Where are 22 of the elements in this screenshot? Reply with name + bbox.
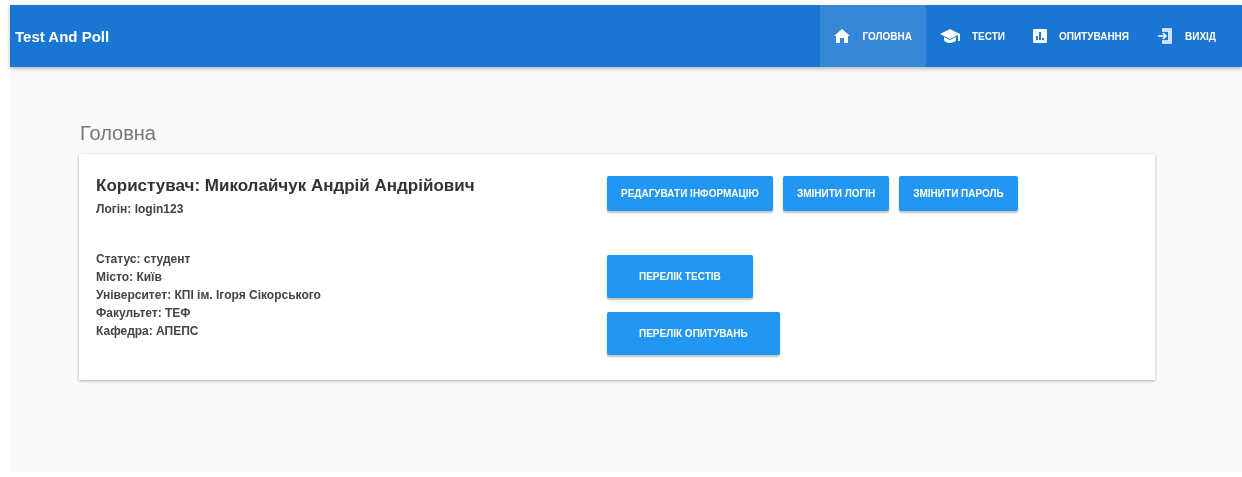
change-password-button[interactable]: ЗМІНИТИ ПАРОЛЬ bbox=[899, 176, 1018, 211]
bar-chart-icon bbox=[1032, 29, 1047, 43]
info-line: Факультет: ТЕФ bbox=[96, 306, 192, 320]
page-heading: Головна bbox=[80, 121, 157, 145]
app-title: Test And Poll bbox=[15, 27, 111, 45]
polls-list-button[interactable]: ПЕРЕЛІК ОПИТУВАНЬ bbox=[607, 312, 780, 355]
user-name: Користувач: Миколайчук Андрій Андрійович bbox=[96, 176, 476, 196]
tests-list-button[interactable]: ПЕРЕЛІК ТЕСТІВ bbox=[607, 255, 753, 298]
info-line: Статус: студент bbox=[96, 252, 192, 266]
info-line: Кафедра: АПЕПС bbox=[96, 324, 200, 338]
home-icon bbox=[834, 29, 851, 43]
nav-tab[interactable]: ВИХІД bbox=[1143, 5, 1230, 67]
nav-tab[interactable]: ГОЛОВНА bbox=[820, 5, 926, 67]
info-line: Університет: КПІ ім. Ігоря Сікорського bbox=[96, 288, 322, 302]
change-login-button[interactable]: ЗМІНИТИ ЛОГІН bbox=[782, 176, 890, 211]
nav-tab[interactable]: ОПИТУВАННЯ bbox=[1018, 5, 1143, 67]
nav-tab[interactable]: ТЕСТИ bbox=[925, 5, 1019, 67]
exit-icon bbox=[1157, 28, 1173, 44]
info-line: Місто: Київ bbox=[96, 270, 163, 284]
graduation-cap-icon bbox=[939, 29, 960, 43]
login-text: Логін: login123 bbox=[96, 202, 185, 216]
edit-info-button[interactable]: РЕДАГУВАТИ ІНФОРМАЦІЮ bbox=[607, 176, 773, 211]
